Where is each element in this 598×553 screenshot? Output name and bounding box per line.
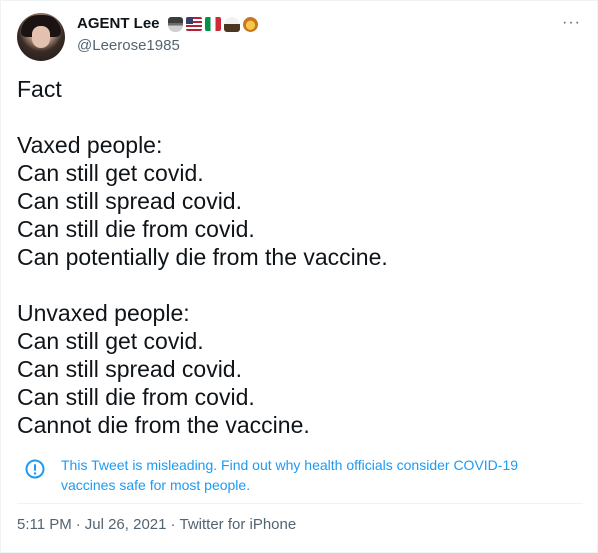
meta-separator: · (170, 516, 176, 533)
author-name-row: AGENT Lee (77, 14, 258, 34)
more-options-icon[interactable]: ··· (562, 13, 581, 33)
exclamation-circle-icon (25, 459, 45, 479)
tweet-line: Can still spread covid. (17, 188, 242, 214)
tweet-line: Fact (17, 76, 62, 102)
meta-separator: · (75, 516, 81, 533)
tweet-line: Can potentially die from the vaccine. (17, 244, 388, 270)
avatar-face (32, 26, 50, 48)
user-handle[interactable]: @Leerose1985 (77, 36, 180, 56)
tweet-line: Can still die from covid. (17, 216, 255, 242)
tweet-line: Vaxed people: (17, 132, 163, 158)
detective-emoji-icon (167, 16, 183, 32)
tweet-date[interactable]: Jul 26, 2021 (85, 516, 167, 533)
tweet-line: Can still get covid. (17, 328, 204, 354)
tweet-source[interactable]: Twitter for iPhone (179, 516, 296, 533)
tweet-text: Fact Vaxed people: Can still get covid. Can… (17, 75, 583, 439)
tweet-line: Cannot die from the vaccine. (17, 412, 310, 438)
tweet-line: Unvaxed people: (17, 300, 190, 326)
italy-flag-icon (204, 17, 221, 31)
lion-icon (242, 16, 258, 32)
tweet-line: Can still get covid. (17, 160, 204, 186)
display-name[interactable]: AGENT Lee (77, 14, 160, 34)
tweet-line: Can still spread covid. (17, 356, 242, 382)
tweet-line: Can still die from covid. (17, 384, 255, 410)
name-emoji-strip (167, 16, 258, 32)
tweet-time[interactable]: 5:11 PM (17, 516, 72, 533)
misleading-notice[interactable]: This Tweet is misleading. Find out why h… (17, 447, 583, 504)
avatar[interactable] (17, 13, 65, 61)
misleading-notice-link[interactable]: This Tweet is misleading. Find out why h… (61, 455, 561, 495)
tweet-card: AGENT Lee @Leerose1985 ··· Fact Vaxed peo… (0, 0, 598, 553)
eagle-icon (223, 16, 240, 32)
us-flag-icon (185, 17, 202, 31)
tweet-metadata: 5:11 PM · Jul 26, 2021 · Twitter for iPhone (17, 515, 296, 535)
